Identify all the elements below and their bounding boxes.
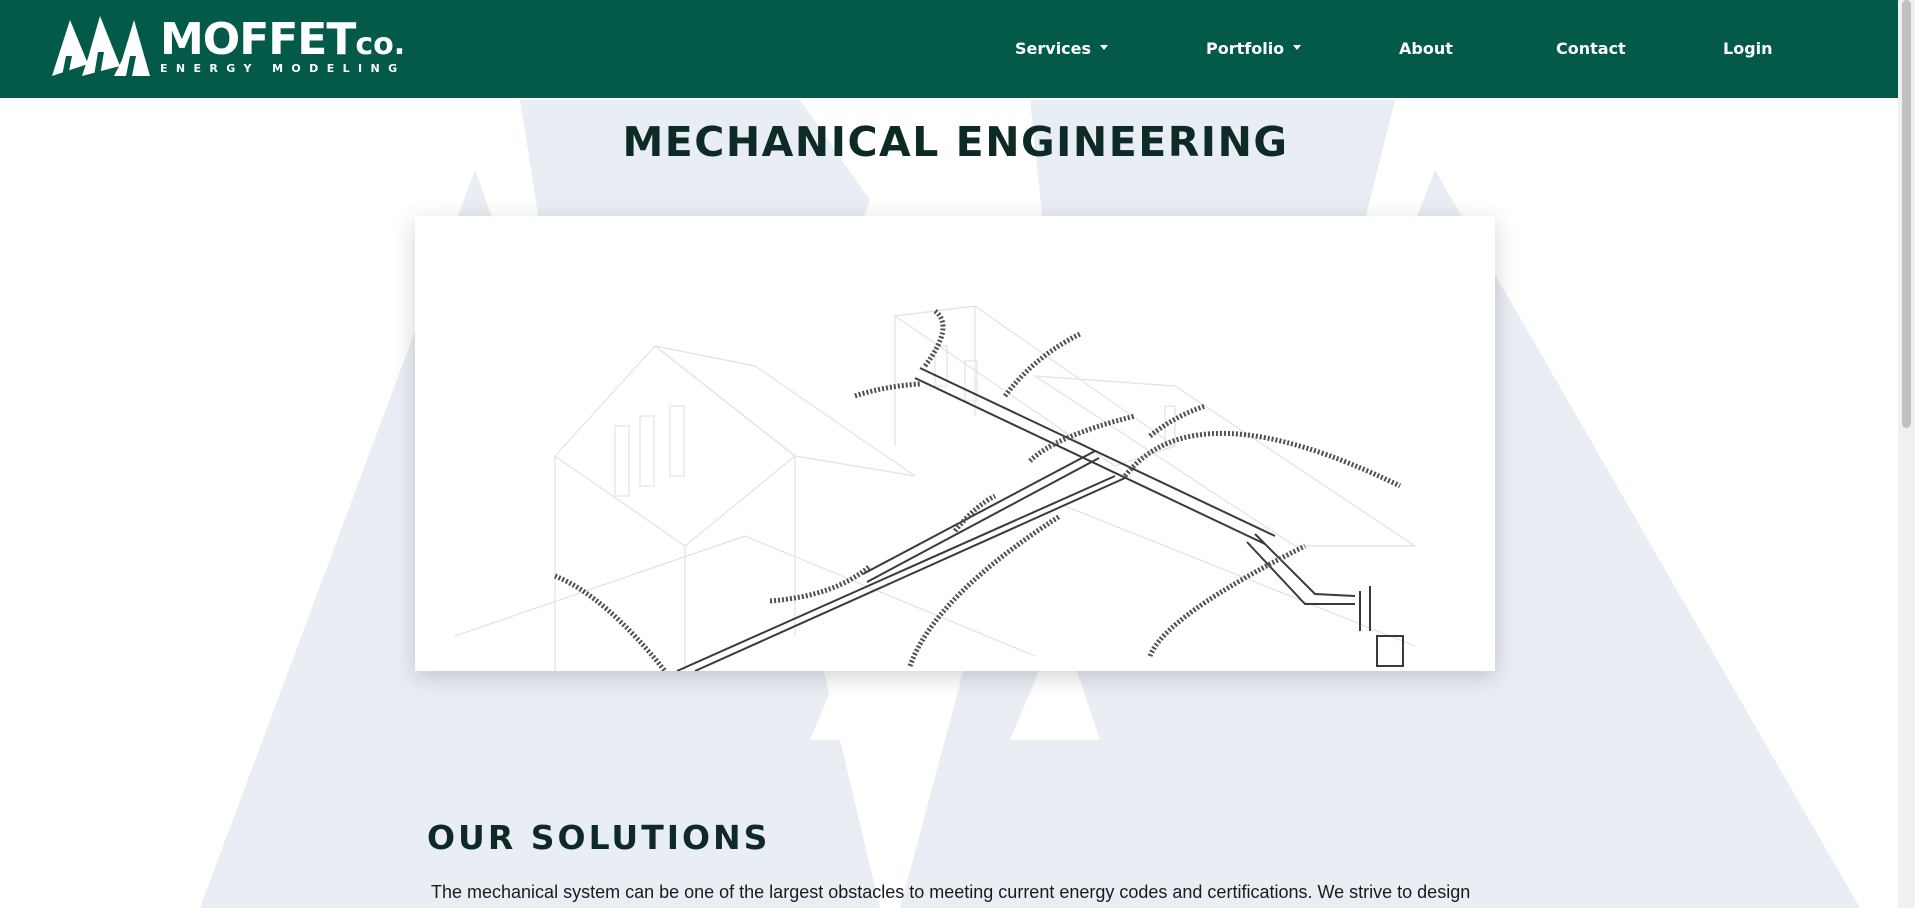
nav-item-label: Contact xyxy=(1556,39,1626,58)
nav-item-about[interactable]: About xyxy=(1399,38,1453,60)
nav-item-label: Portfolio xyxy=(1206,39,1285,58)
section-title: OUR SOLUTIONS xyxy=(427,818,771,857)
page-title: MECHANICAL ENGINEERING xyxy=(622,118,1289,166)
caret-down-icon xyxy=(1100,45,1109,50)
brand-suffix: co. xyxy=(355,27,406,62)
nav-item-label: About xyxy=(1399,39,1453,58)
brand-logo[interactable]: MOFFETco. ENERGY MODELING xyxy=(48,16,405,80)
scrollbar-thumb[interactable] xyxy=(1902,0,1911,428)
duct-system-illustration xyxy=(454,305,1417,671)
nav-item-login[interactable]: Login xyxy=(1723,38,1773,60)
nav-item-services[interactable]: Services xyxy=(1015,38,1109,60)
intro-paragraph: The mechanical system can be one of the … xyxy=(431,882,1471,902)
nav-item-label: Login xyxy=(1723,39,1773,58)
page-scrollbar[interactable] xyxy=(1898,0,1915,908)
header-navbar: MOFFETco. ENERGY MODELING Services Portf… xyxy=(0,0,1915,98)
triangle-peaks-logo-icon xyxy=(52,16,150,76)
nav-item-label: Services xyxy=(1015,39,1092,58)
nav-item-portfolio[interactable]: Portfolio xyxy=(1206,38,1302,60)
nav-item-contact[interactable]: Contact xyxy=(1556,38,1626,60)
hero-image xyxy=(415,216,1495,671)
caret-down-icon xyxy=(1293,45,1302,50)
brand-wordmark: MOFFETco. xyxy=(160,18,405,67)
brand-tagline: ENERGY MODELING xyxy=(160,62,406,75)
brand-name: MOFFET xyxy=(160,14,356,65)
